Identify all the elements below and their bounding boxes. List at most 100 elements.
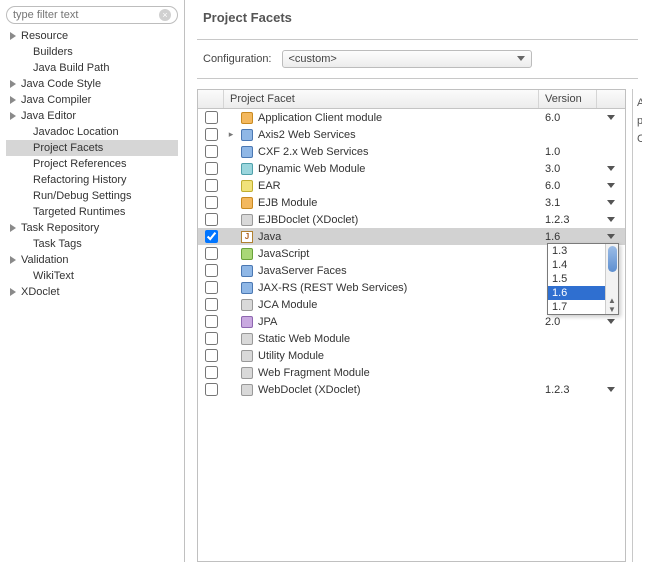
facet-row[interactable]: EJBDoclet (XDoclet)1.2.3 — [198, 211, 625, 228]
sidebar-item-label: Resource — [21, 30, 68, 42]
facet-checkbox[interactable] — [205, 111, 218, 124]
version-dropdown-toggle[interactable] — [597, 200, 625, 206]
sidebar-item[interactable]: Java Editor — [6, 108, 178, 124]
chevron-down-icon[interactable] — [607, 183, 615, 189]
facet-checkbox[interactable] — [205, 366, 218, 379]
facet-checkbox[interactable] — [205, 162, 218, 175]
version-dropdown-toggle[interactable] — [597, 217, 625, 223]
facet-checkbox[interactable] — [205, 213, 218, 226]
version-dropdown-toggle[interactable] — [597, 319, 625, 325]
facet-icon — [240, 281, 254, 295]
sidebar-item-label: WikiText — [33, 270, 74, 282]
clear-icon[interactable]: × — [159, 9, 171, 21]
sidebar-item[interactable]: Resource — [6, 28, 178, 44]
chevron-down-icon[interactable] — [607, 217, 615, 223]
expand-icon[interactable]: ▸ — [226, 129, 236, 140]
filter-row[interactable]: × — [6, 6, 178, 24]
facet-row[interactable]: Static Web Module — [198, 330, 625, 347]
facet-row[interactable]: Web Fragment Module — [198, 364, 625, 381]
facet-row[interactable]: WebDoclet (XDoclet)1.2.3 — [198, 381, 625, 398]
sidebar-item[interactable]: Task Tags — [6, 236, 178, 252]
expand-icon — [10, 80, 18, 88]
chevron-down-icon — [517, 53, 525, 65]
facet-icon — [240, 213, 254, 227]
facet-row[interactable]: Utility Module — [198, 347, 625, 364]
facet-checkbox[interactable] — [205, 332, 218, 345]
facet-checkbox[interactable] — [205, 383, 218, 396]
chevron-down-icon[interactable] — [607, 319, 615, 325]
sidebar-item[interactable]: Run/Debug Settings — [6, 188, 178, 204]
version-dropdown-toggle[interactable] — [597, 166, 625, 172]
facet-checkbox[interactable] — [205, 179, 218, 192]
sidebar-item[interactable]: Project References — [6, 156, 178, 172]
sidebar-item[interactable]: XDoclet — [6, 284, 178, 300]
divider — [197, 39, 638, 40]
sidebar-item[interactable]: Java Compiler — [6, 92, 178, 108]
facet-row[interactable]: JPA2.0 — [198, 313, 625, 330]
scroll-up-icon[interactable]: ▲ — [608, 296, 616, 305]
version-dropdown-toggle[interactable] — [597, 183, 625, 189]
expand-icon — [10, 256, 18, 264]
version-dropdown-toggle[interactable] — [597, 115, 625, 121]
scrollbar[interactable]: ▲▼ — [605, 244, 618, 314]
chevron-down-icon[interactable] — [607, 387, 615, 393]
chevron-down-icon[interactable] — [607, 115, 615, 121]
sidebar-item-label: Refactoring History — [33, 174, 127, 186]
facet-version: 3.0 — [539, 163, 597, 175]
facet-version: 6.0 — [539, 112, 597, 124]
facet-row[interactable]: ▸Axis2 Web Services — [198, 126, 625, 143]
facet-name: Static Web Module — [258, 333, 350, 345]
facet-icon — [240, 332, 254, 346]
version-dropdown[interactable]: 1.31.41.51.61.7▲▼ — [547, 243, 619, 315]
facet-checkbox[interactable] — [205, 230, 218, 243]
facet-checkbox[interactable] — [205, 315, 218, 328]
facet-checkbox[interactable] — [205, 281, 218, 294]
facet-version: 3.1 — [539, 197, 597, 209]
col-version[interactable]: Version — [539, 90, 597, 108]
facet-checkbox[interactable] — [205, 298, 218, 311]
chevron-down-icon[interactable] — [607, 234, 615, 240]
sidebar-item[interactable]: Java Build Path — [6, 60, 178, 76]
sidebar-item[interactable]: Targeted Runtimes — [6, 204, 178, 220]
facet-checkbox[interactable] — [205, 196, 218, 209]
chevron-down-icon[interactable] — [607, 200, 615, 206]
sidebar-item-label: Java Build Path — [33, 62, 109, 74]
version-dropdown-toggle[interactable] — [597, 387, 625, 393]
facet-row[interactable]: EJB Module3.1 — [198, 194, 625, 211]
facet-row[interactable]: EAR6.0 — [198, 177, 625, 194]
sidebar-item[interactable]: Refactoring History — [6, 172, 178, 188]
sidebar-item[interactable]: Task Repository — [6, 220, 178, 236]
sidebar-item[interactable]: WikiText — [6, 268, 178, 284]
sidebar-item[interactable]: Java Code Style — [6, 76, 178, 92]
scrollbar-thumb[interactable] — [608, 246, 617, 272]
facet-checkbox[interactable] — [205, 128, 218, 141]
col-facet[interactable]: Project Facet — [224, 90, 539, 108]
configuration-row: Configuration: <custom> — [185, 50, 650, 78]
sidebar-item[interactable]: Validation — [6, 252, 178, 268]
sidebar-item[interactable]: Javadoc Location — [6, 124, 178, 140]
facet-checkbox[interactable] — [205, 247, 218, 260]
facet-icon — [240, 247, 254, 261]
facet-row[interactable]: CXF 2.x Web Services1.0 — [198, 143, 625, 160]
configuration-value: <custom> — [289, 53, 337, 65]
facet-version: 1.0 — [539, 146, 597, 158]
scroll-down-icon[interactable]: ▼ — [608, 305, 616, 314]
facet-name: Utility Module — [258, 350, 324, 362]
sidebar-item[interactable]: Builders — [6, 44, 178, 60]
version-dropdown-toggle[interactable] — [597, 234, 625, 240]
table-header: Project Facet Version — [198, 90, 625, 109]
sidebar-item[interactable]: Project Facets — [6, 140, 178, 156]
facet-version: 1.6 — [539, 231, 597, 243]
facet-checkbox[interactable] — [205, 145, 218, 158]
sidebar-item-label: Java Compiler — [21, 94, 91, 106]
sidebar-item-label: XDoclet — [21, 286, 60, 298]
facet-row[interactable]: Dynamic Web Module3.0 — [198, 160, 625, 177]
facet-row[interactable]: Application Client module6.0 — [198, 109, 625, 126]
configuration-select[interactable]: <custom> — [282, 50, 532, 68]
chevron-down-icon[interactable] — [607, 166, 615, 172]
facet-checkbox[interactable] — [205, 349, 218, 362]
facet-icon — [240, 383, 254, 397]
filter-input[interactable] — [13, 9, 159, 21]
side-panel: ApC — [632, 89, 642, 562]
facet-checkbox[interactable] — [205, 264, 218, 277]
